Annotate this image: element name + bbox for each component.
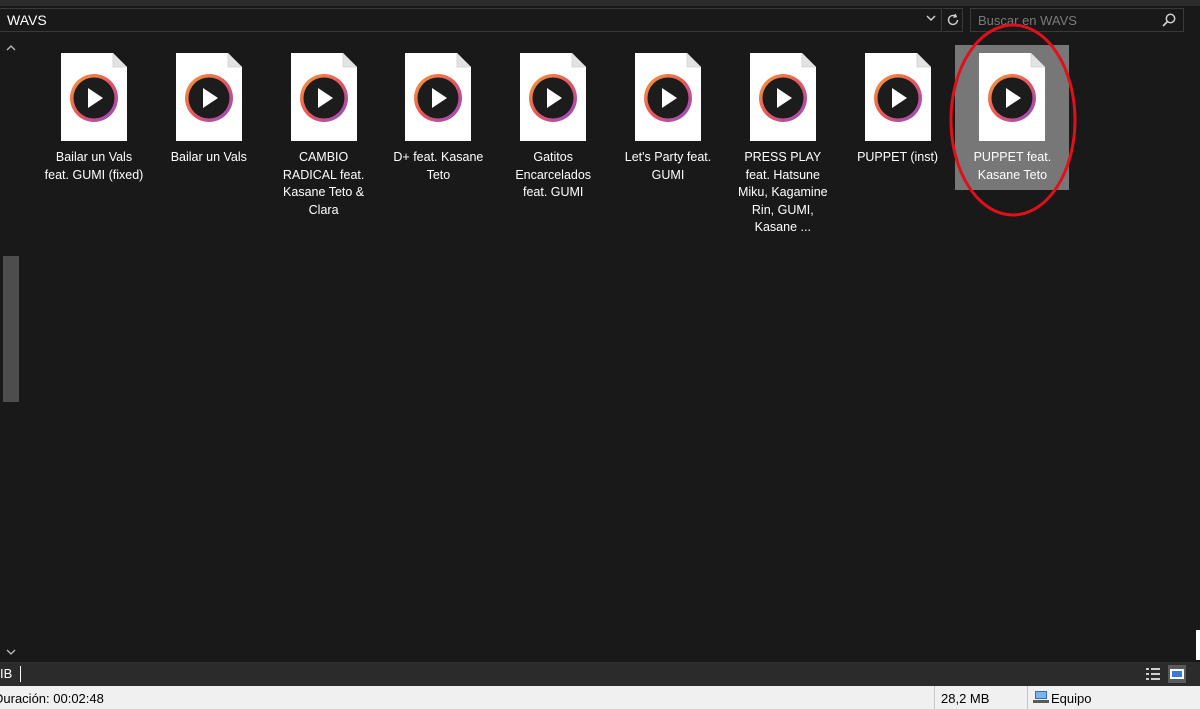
title-strip [0,0,1200,6]
file-grid: Bailar un Vals feat. GUMI (fixed) Bailar … [38,45,1138,645]
audio-file-icon [405,53,472,141]
file-name[interactable]: PUPPET feat. Kasane Teto [955,149,1069,184]
file-name-text: D+ feat. Kasane Teto [393,150,484,182]
status-divider [1027,686,1028,709]
file-name[interactable]: Bailar un Vals [152,149,266,167]
large-icons-view-icon[interactable] [1168,665,1186,683]
file-name-text: Gatitos Encarcelados feat. GUMI [515,150,592,199]
file-name-text: PUPPET (inst) [857,150,939,164]
search-icon[interactable] [1161,12,1177,28]
audio-file-icon [175,53,242,141]
view-bar-text: IB [0,666,13,681]
file-name[interactable]: Bailar un Vals feat. GUMI (fixed) [37,149,151,184]
duration-text: Duración: 00:02:48 [0,691,104,706]
scroll-up-icon[interactable] [0,42,22,58]
search-input[interactable] [971,9,1158,31]
file-item[interactable]: Gatitos Encarcelados feat. GUMI [496,45,610,199]
file-item[interactable]: Bailar un Vals [152,45,266,190]
file-size-text: 28,2 MB [941,691,990,706]
file-item[interactable]: Let's Party feat. GUMI [611,45,725,190]
audio-file-icon [749,53,816,141]
audio-file-icon [864,53,931,141]
audio-file-icon [635,53,701,141]
audio-file-icon [520,53,587,141]
file-name-text: PRESS PLAY feat. Hatsune Miku, Kagamine … [737,150,828,234]
vertical-scrollbar[interactable] [0,42,22,662]
refresh-button[interactable] [943,8,963,32]
file-name-text: CAMBIO RADICAL feat. Kasane Teto & Clara [282,150,365,217]
zone-text: Equipo [1051,691,1092,706]
file-name-text: PUPPET feat. Kasane Teto [973,150,1052,182]
address-path[interactable]: WAVS [7,12,47,28]
status-bar: Duración: 00:02:48 28,2 MB Equipo [0,686,1200,709]
details-view-icon[interactable] [1145,666,1161,682]
file-name-text: Let's Party feat. GUMI [624,150,712,182]
toolbar-row: WAVS [0,0,1200,42]
file-item[interactable]: CAMBIO RADICAL feat. Kasane Teto & Clara [267,45,381,217]
scroll-down-icon[interactable] [0,646,22,662]
file-item[interactable]: PRESS PLAY feat. Hatsune Miku, Kagamine … [726,45,840,234]
file-name[interactable]: Let's Party feat. GUMI [611,149,725,184]
window-edge [1196,630,1200,660]
computer-icon [1033,691,1049,703]
address-bar[interactable]: WAVS [0,8,942,32]
view-bar: IB [0,662,1200,686]
file-item[interactable]: PUPPET (inst) [841,45,955,190]
file-name[interactable]: Gatitos Encarcelados feat. GUMI [496,149,610,202]
file-item[interactable]: PUPPET feat. Kasane Teto [955,45,1070,190]
text-cursor [20,666,21,682]
file-name[interactable]: PRESS PLAY feat. Hatsune Miku, Kagamine … [726,149,840,237]
file-item[interactable]: D+ feat. Kasane Teto [381,45,495,190]
file-name-text: Bailar un Vals feat. GUMI (fixed) [44,150,144,182]
search-box[interactable] [970,8,1184,32]
file-name-text: Bailar un Vals [170,150,247,164]
audio-file-icon [290,53,357,141]
file-name[interactable]: CAMBIO RADICAL feat. Kasane Teto & Clara [267,149,381,219]
scrollbar-thumb[interactable] [3,256,19,402]
file-name[interactable]: PUPPET (inst) [841,149,955,167]
status-divider [934,686,935,709]
refresh-icon [947,13,958,26]
explorer-window: WAVS Bailar un Vals feat [0,0,1200,709]
file-name[interactable]: D+ feat. Kasane Teto [381,149,495,184]
audio-file-icon [979,53,1046,141]
audio-file-icon [61,53,127,141]
chevron-down-icon[interactable] [923,11,939,29]
file-item[interactable]: Bailar un Vals feat. GUMI (fixed) [37,45,151,190]
